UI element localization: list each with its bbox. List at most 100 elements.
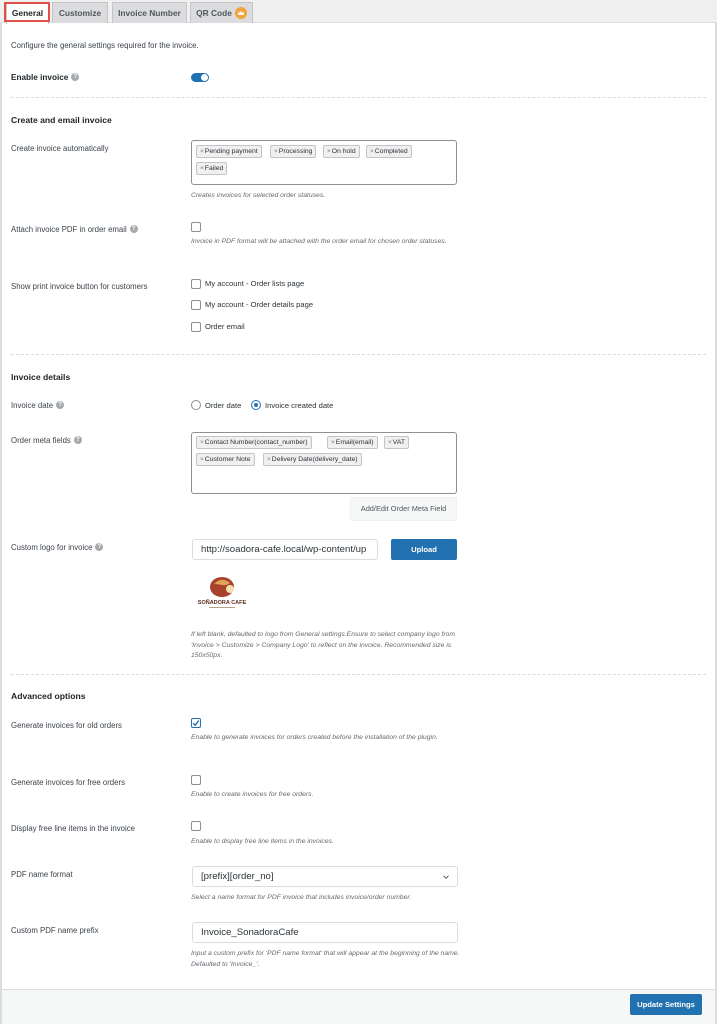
custom-logo-text: Custom logo for invoice <box>11 543 93 552</box>
print-button-label: Show print invoice button for customers <box>11 282 148 291</box>
order-date-radio[interactable] <box>191 400 201 410</box>
order-details-checkbox[interactable] <box>191 300 201 310</box>
help-icon[interactable]: ? <box>73 435 82 444</box>
enable-invoice-text: Enable invoice <box>11 73 69 82</box>
pdf-prefix-input[interactable]: Invoice_SonadoraCafe <box>192 922 458 943</box>
meta-chip[interactable]: ×Customer Note <box>196 453 255 466</box>
create-invoice-auto-label: Create invoice automatically <box>11 144 109 153</box>
help-icon[interactable]: ? <box>95 542 104 551</box>
company-logo-image: SOÑADORA CAFE <box>196 574 248 614</box>
invoice-created-date-radio[interactable] <box>251 400 261 410</box>
free-orders-help: Enable to create invoices for free order… <box>191 791 314 798</box>
enable-invoice-toggle[interactable] <box>191 73 209 82</box>
tab-qr-code[interactable]: QR Code <box>190 2 253 23</box>
help-icon[interactable]: ? <box>56 400 65 409</box>
free-items-checkbox[interactable] <box>191 821 201 831</box>
logo-tagline <box>209 607 235 608</box>
pdf-prefix-help: Input a custom prefix for 'PDF name form… <box>191 950 460 968</box>
crown-icon <box>234 6 247 19</box>
logo-text: SOÑADORA CAFE <box>198 599 247 606</box>
order-lists-checkbox[interactable] <box>191 279 201 289</box>
remove-icon[interactable]: × <box>200 456 204 463</box>
status-chip[interactable]: ×Pending payment <box>196 145 262 158</box>
order-date-option-label[interactable]: Order date <box>205 401 241 410</box>
status-chip[interactable]: ×Processing <box>270 145 317 158</box>
remove-icon[interactable]: × <box>200 148 204 155</box>
intro-text: Configure the general settings required … <box>11 41 199 50</box>
section-title-invoice-details: Invoice details <box>11 372 71 382</box>
attach-pdf-checkbox[interactable] <box>191 222 201 232</box>
custom-logo-help: If left blank, defaulted to logo from Ge… <box>191 631 456 659</box>
pdf-format-label: PDF name format <box>11 870 73 879</box>
order-status-multiselect[interactable]: ×Pending payment ×Processing ×On hold ×C… <box>191 140 457 185</box>
pdf-format-select[interactable]: [prefix][order_no] <box>192 866 458 887</box>
old-orders-label: Generate invoices for old orders <box>11 721 122 730</box>
order-email-checkbox[interactable] <box>191 322 201 332</box>
logo-shape <box>226 585 234 593</box>
help-icon[interactable]: ? <box>71 72 80 81</box>
remove-icon[interactable]: × <box>200 165 204 172</box>
order-meta-multiselect[interactable]: ×Contact Number(contact_number) ×Email(e… <box>191 432 457 494</box>
chip-label: Customer Note <box>204 456 251 463</box>
meta-chip[interactable]: ×Email(email) <box>327 436 378 449</box>
tab-qr-code-label: QR Code <box>196 8 232 18</box>
old-orders-checkbox[interactable] <box>191 718 201 728</box>
remove-icon[interactable]: × <box>388 439 392 446</box>
tab-customize[interactable]: Customize <box>52 2 108 23</box>
old-orders-help: Enable to generate invoices for orders c… <box>191 734 438 741</box>
invoice-date-text: Invoice date <box>11 401 54 410</box>
invoice-created-date-option-label[interactable]: Invoice created date <box>265 401 333 410</box>
help-icon[interactable]: ? <box>129 224 138 233</box>
tab-invoice-number[interactable]: Invoice Number <box>112 2 187 23</box>
status-chip[interactable]: ×On hold <box>323 145 360 158</box>
toggle-knob <box>201 74 208 81</box>
remove-icon[interactable]: × <box>331 439 335 446</box>
pdf-format-help: Select a name format for PDF invoice tha… <box>191 894 412 901</box>
remove-icon[interactable]: × <box>200 439 204 446</box>
meta-chip[interactable]: ×Delivery Date(delivery_date) <box>263 453 362 466</box>
order-lists-option-label[interactable]: My account - Order lists page <box>205 279 304 288</box>
invoice-date-label: Invoice date? <box>11 400 65 410</box>
chip-label: Processing <box>278 148 313 155</box>
enable-invoice-label: Enable invoice? <box>11 72 80 82</box>
chip-label: Delivery Date(delivery_date) <box>271 456 358 463</box>
custom-logo-url-input[interactable]: http://soadora-cafe.local/wp-content/up <box>192 539 378 560</box>
tab-invoice-number-label: Invoice Number <box>118 8 181 18</box>
divider <box>11 674 706 675</box>
status-chip[interactable]: ×Failed <box>196 162 228 175</box>
free-items-label: Display free line items in the invoice <box>11 824 135 833</box>
custom-logo-label: Custom logo for invoice? <box>11 542 104 552</box>
remove-icon[interactable]: × <box>274 148 278 155</box>
meta-chip[interactable]: ×VAT <box>384 436 410 449</box>
remove-icon[interactable]: × <box>267 456 271 463</box>
section-title-create-email: Create and email invoice <box>11 115 112 125</box>
settings-footer <box>0 989 717 1024</box>
meta-chip[interactable]: ×Contact Number(contact_number) <box>196 436 312 449</box>
tab-customize-label: Customize <box>58 8 102 18</box>
status-chip[interactable]: ×Completed <box>366 145 412 158</box>
pdf-prefix-label: Custom PDF name prefix <box>11 926 99 935</box>
free-orders-checkbox[interactable] <box>191 775 201 785</box>
tab-general[interactable]: General <box>6 2 49 24</box>
chip-label: On hold <box>331 148 356 155</box>
free-orders-label: Generate invoices for free orders <box>11 778 125 787</box>
order-meta-fields-text: Order meta fields <box>11 436 71 445</box>
chip-label: Pending payment <box>204 148 258 155</box>
chip-label: Completed <box>374 148 408 155</box>
tab-bar: General Customize Invoice Number QR Code <box>0 0 717 24</box>
update-settings-button[interactable]: Update Settings <box>630 994 702 1015</box>
upload-logo-button[interactable]: Upload <box>391 539 457 560</box>
pdf-format-value: [prefix][order_no] <box>201 871 274 882</box>
order-email-option-label[interactable]: Order email <box>205 322 245 331</box>
create-invoice-auto-help: Creates invoices for selected order stat… <box>191 192 326 199</box>
order-details-option-label[interactable]: My account - Order details page <box>205 300 313 309</box>
attach-pdf-help: Invoice in PDF format will be attached w… <box>191 238 447 245</box>
remove-icon[interactable]: × <box>327 148 331 155</box>
remove-icon[interactable]: × <box>370 148 374 155</box>
add-edit-meta-field-button[interactable]: Add/Edit Order Meta Field <box>350 497 457 521</box>
tab-general-label: General <box>11 8 44 18</box>
checkmark-icon <box>192 720 200 727</box>
chip-label: Contact Number(contact_number) <box>204 439 308 446</box>
chip-label: Failed <box>204 165 224 172</box>
chip-label: Email(email) <box>335 439 374 446</box>
